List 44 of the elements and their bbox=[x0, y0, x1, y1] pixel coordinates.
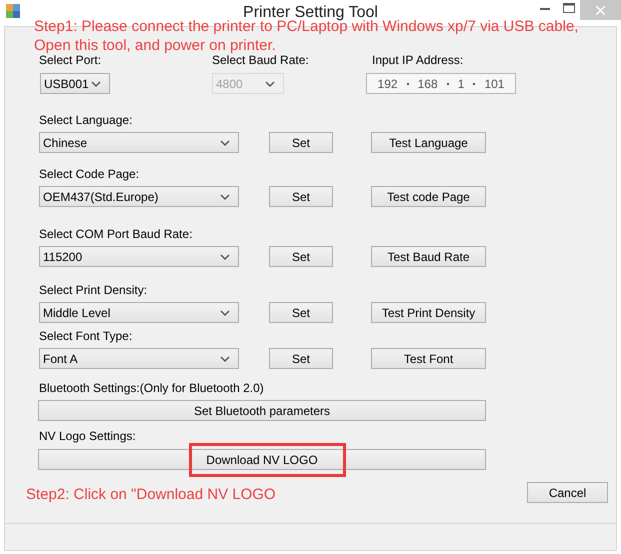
chevron-down-icon bbox=[220, 194, 230, 200]
minimize-icon[interactable] bbox=[540, 8, 550, 10]
dropdown[interactable]: Chinese bbox=[39, 132, 239, 153]
chevron-down-icon bbox=[265, 80, 275, 86]
chevron-down-icon bbox=[91, 80, 101, 86]
test-button[interactable]: Test Font bbox=[371, 348, 486, 369]
ip-address-field[interactable]: 192 168 1 101 bbox=[366, 73, 516, 94]
chevron-down-icon bbox=[220, 140, 230, 146]
chevron-down-icon bbox=[220, 254, 230, 260]
field-label: Select Baud Rate: bbox=[212, 53, 310, 68]
app-icon bbox=[5, 3, 21, 19]
cancel-button[interactable]: Cancel bbox=[527, 482, 608, 503]
maximize-icon[interactable] bbox=[563, 3, 575, 13]
dropdown[interactable]: USB001 bbox=[40, 73, 110, 94]
field-label: Select Font Type: bbox=[39, 328, 134, 344]
close-button[interactable] bbox=[580, 0, 621, 20]
chevron-down-icon bbox=[220, 356, 230, 362]
section-label: NV Logo Settings: bbox=[39, 428, 137, 444]
chevron-down-icon bbox=[220, 310, 230, 316]
field-label: Select COM Port Baud Rate: bbox=[39, 226, 194, 242]
set-button[interactable]: Set bbox=[269, 246, 333, 267]
dropdown[interactable]: 115200 bbox=[39, 246, 239, 267]
close-icon bbox=[596, 6, 605, 14]
bluetooth-button[interactable]: Set Bluetooth parameters bbox=[38, 400, 486, 421]
set-button[interactable]: Set bbox=[269, 302, 333, 323]
field-label: Select Port: bbox=[39, 53, 102, 68]
instruction-text: Step2: Click on "Download NV LOGO bbox=[26, 485, 276, 505]
set-button[interactable]: Set bbox=[269, 348, 333, 369]
window-title: Printer Setting Tool bbox=[243, 3, 378, 21]
dropdown[interactable]: OEM437(Std.Europe) bbox=[39, 186, 239, 207]
set-button[interactable]: Set bbox=[269, 132, 333, 153]
download-logo-button[interactable]: Download NV LOGO bbox=[38, 449, 486, 470]
section-label: Bluetooth Settings:(Only for Bluetooth 2.0) bbox=[39, 380, 265, 396]
dropdown[interactable]: Font A bbox=[39, 348, 239, 369]
field-label: Select Language: bbox=[39, 112, 134, 128]
set-button[interactable]: Set bbox=[269, 186, 333, 207]
dropdown[interactable]: Middle Level bbox=[39, 302, 239, 323]
test-button[interactable]: Test Print Density bbox=[371, 302, 486, 323]
field-label: Input IP Address: bbox=[372, 52, 464, 68]
field-label: Select Print Density: bbox=[39, 282, 148, 298]
test-button[interactable]: Test code Page bbox=[371, 186, 486, 207]
test-button[interactable]: Test Language bbox=[371, 132, 486, 153]
field-label: Select Code Page: bbox=[39, 166, 140, 182]
test-button[interactable]: Test Baud Rate bbox=[371, 246, 486, 267]
